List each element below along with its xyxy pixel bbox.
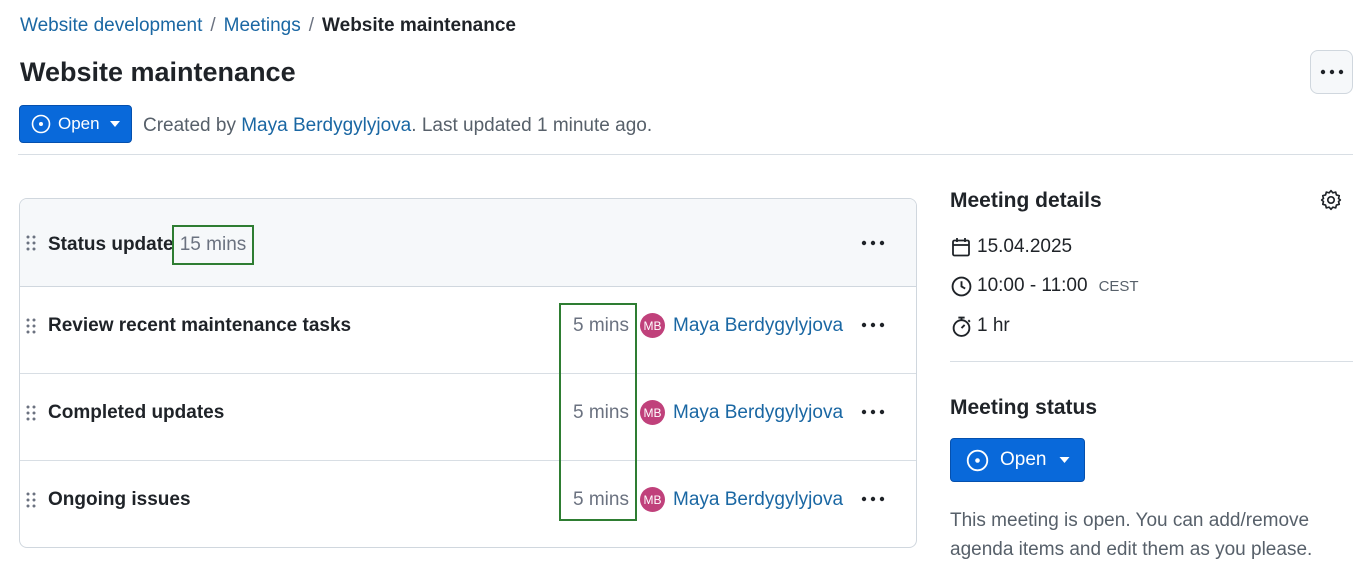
breadcrumb: Website development / Meetings / Website… bbox=[20, 15, 516, 37]
avatar: MB bbox=[640, 313, 665, 338]
agenda-item-menu-button[interactable] bbox=[858, 315, 888, 335]
meeting-time-value: 10:00 - 11:00 bbox=[977, 275, 1088, 296]
ellipsis-icon bbox=[861, 240, 885, 246]
agenda-list: Status update 15 mins Review recent main… bbox=[19, 198, 917, 548]
agenda-item-duration: 5 mins bbox=[573, 402, 629, 423]
agenda-item-title: Review recent maintenance tasks bbox=[48, 315, 352, 336]
agenda-item-duration: 5 mins bbox=[573, 489, 629, 510]
circle-dot-icon bbox=[966, 449, 989, 471]
meeting-status-button-label: Open bbox=[1000, 449, 1047, 470]
agenda-item: Completed updates 5 mins MB Maya Berdygy… bbox=[20, 374, 916, 461]
author-link[interactable]: Maya Berdygylyjova bbox=[241, 115, 411, 136]
caret-down-icon bbox=[1059, 457, 1070, 463]
breadcrumb-link-project[interactable]: Website development bbox=[20, 15, 202, 37]
agenda-item-title: Completed updates bbox=[48, 402, 225, 423]
ellipsis-icon bbox=[861, 409, 885, 415]
meeting-duration: 1 hr bbox=[950, 315, 1010, 337]
meeting-date: 15.04.2025 bbox=[950, 236, 1072, 258]
section-menu-button[interactable] bbox=[858, 233, 888, 253]
breadcrumb-current: Website maintenance bbox=[322, 15, 516, 36]
avatar: MB bbox=[640, 487, 665, 512]
meeting-status-title: Meeting status bbox=[950, 396, 1098, 419]
page-more-button[interactable] bbox=[1310, 50, 1353, 94]
section-title: Status update bbox=[48, 234, 174, 255]
meeting-date-value: 15.04.2025 bbox=[977, 236, 1073, 257]
ellipsis-icon bbox=[861, 496, 885, 502]
status-button-label: Open bbox=[58, 114, 100, 133]
agenda-section: Status update 15 mins bbox=[20, 199, 916, 287]
drag-handle-icon[interactable] bbox=[26, 405, 36, 421]
caret-down-icon bbox=[109, 121, 120, 127]
calendar-icon bbox=[950, 236, 972, 258]
header-divider bbox=[18, 154, 1353, 155]
meeting-time: 10:00 - 11:00 CEST bbox=[950, 275, 1139, 297]
presenter-link[interactable]: Maya Berdygylyjova bbox=[673, 489, 843, 511]
updated-text: . Last updated 1 minute ago. bbox=[411, 115, 653, 136]
agenda-item-duration: 5 mins bbox=[573, 315, 629, 336]
agenda-item-title: Ongoing issues bbox=[48, 489, 191, 510]
clock-icon bbox=[950, 275, 972, 297]
agenda-item: Review recent maintenance tasks 5 mins M… bbox=[20, 287, 916, 374]
breadcrumb-separator: / bbox=[210, 15, 216, 36]
agenda-item-menu-button[interactable] bbox=[858, 489, 888, 509]
stopwatch-icon bbox=[950, 315, 972, 337]
section-duration: 15 mins bbox=[172, 225, 254, 265]
meeting-status-description: This meeting is open. You can add/remove… bbox=[950, 510, 1313, 560]
meeting-details-title: Meeting details bbox=[950, 189, 1102, 212]
drag-handle-icon[interactable] bbox=[26, 318, 36, 334]
meeting-status-button[interactable]: Open bbox=[950, 438, 1085, 482]
ellipsis-icon bbox=[1320, 69, 1343, 75]
meeting-duration-value: 1 hr bbox=[977, 315, 1010, 336]
ellipsis-icon bbox=[861, 322, 885, 328]
agenda-item: Ongoing issues 5 mins MB Maya Berdygylyj… bbox=[20, 461, 916, 547]
drag-handle-icon[interactable] bbox=[26, 235, 36, 251]
agenda-item-menu-button[interactable] bbox=[858, 402, 888, 422]
breadcrumb-link-meetings[interactable]: Meetings bbox=[224, 15, 301, 37]
page-title: Website maintenance bbox=[20, 57, 296, 87]
circle-dot-icon bbox=[31, 114, 51, 134]
created-prefix: Created by bbox=[143, 115, 242, 136]
sidebar-divider bbox=[950, 361, 1353, 362]
avatar: MB bbox=[640, 400, 665, 425]
breadcrumb-separator: / bbox=[308, 15, 315, 36]
gear-icon[interactable] bbox=[1318, 187, 1344, 213]
presenter-link[interactable]: Maya Berdygylyjova bbox=[673, 402, 843, 424]
presenter-link[interactable]: Maya Berdygylyjova bbox=[673, 315, 843, 337]
timezone-label: CEST bbox=[1098, 277, 1139, 295]
drag-handle-icon[interactable] bbox=[26, 492, 36, 508]
status-dropdown-button[interactable]: Open bbox=[19, 105, 132, 143]
created-info: Created by Maya Berdygylyjova. Last upda… bbox=[143, 115, 652, 137]
